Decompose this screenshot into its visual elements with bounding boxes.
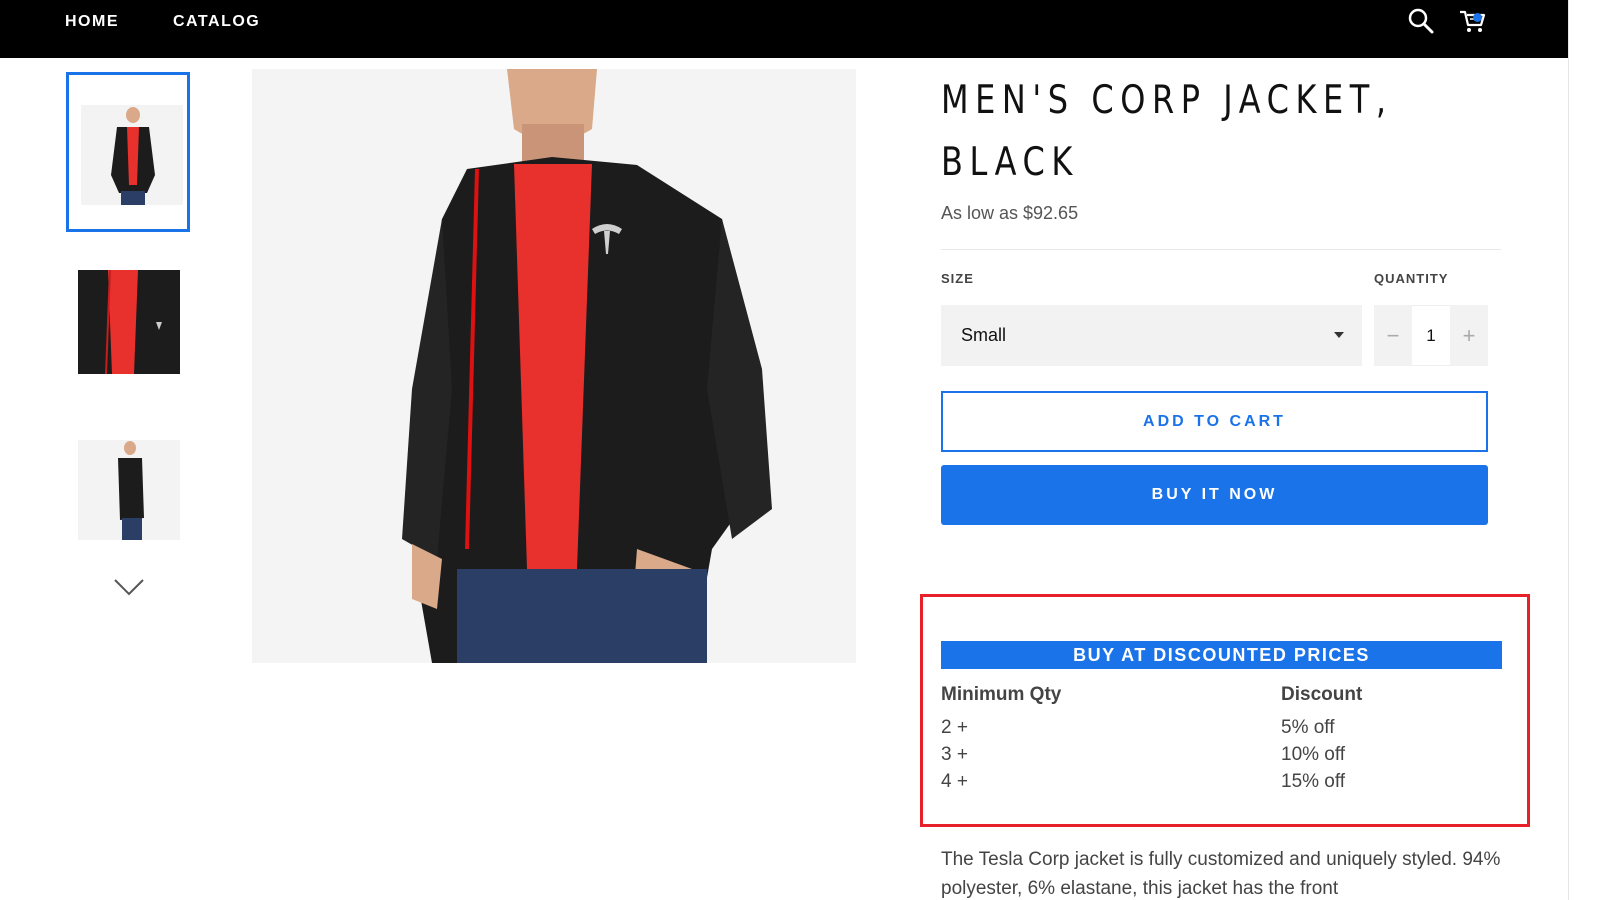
discount-row-value: 10% off: [1281, 744, 1346, 765]
main-product-image: [252, 69, 856, 663]
caret-down-icon: [1334, 332, 1344, 338]
cart-icon[interactable]: [1458, 6, 1488, 36]
size-select[interactable]: Small: [941, 305, 1362, 366]
size-label: SIZE: [941, 271, 974, 286]
discount-row-value: 15% off: [1281, 771, 1346, 792]
quantity-decrease-button[interactable]: −: [1374, 305, 1412, 366]
discount-value-list: 5% off 10% off 15% off: [1281, 714, 1345, 795]
top-nav-bar: HOME CATALOG: [0, 0, 1568, 58]
product-title: MEN'S CORP JACKET, BLACK: [941, 78, 1393, 185]
quantity-stepper: − 1 +: [1374, 305, 1488, 366]
discount-col-qty-header: Minimum Qty: [941, 684, 1062, 705]
thumbnail-1[interactable]: [66, 72, 190, 232]
discount-qty-list: 2 + 3 + 4 +: [941, 714, 968, 795]
quantity-label: QUANTITY: [1374, 271, 1449, 286]
nav-home-link[interactable]: HOME: [65, 13, 119, 31]
quantity-increase-button[interactable]: +: [1450, 305, 1488, 366]
discount-row-value: 5% off: [1281, 717, 1335, 738]
size-select-value: Small: [961, 325, 1007, 345]
discount-row-qty: 4 +: [941, 771, 968, 792]
product-price: As low as $92.65: [941, 203, 1079, 223]
product-description: The Tesla Corp jacket is fully customize…: [941, 849, 1501, 899]
thumbnail-3[interactable]: [66, 428, 190, 588]
chevron-down-icon[interactable]: [112, 576, 146, 598]
scrollbar[interactable]: [1568, 0, 1600, 900]
thumbnail-image-side: [78, 440, 180, 540]
add-to-cart-button[interactable]: ADD TO CART: [941, 391, 1488, 452]
thumbnail-image-detail: [78, 270, 180, 374]
discount-col-discount-header: Discount: [1281, 684, 1363, 705]
thumbnail-image-front: [81, 105, 183, 205]
divider: [941, 249, 1501, 250]
quantity-input[interactable]: 1: [1412, 305, 1450, 366]
buy-it-now-button[interactable]: BUY IT NOW: [941, 465, 1488, 525]
discount-row-qty: 2 +: [941, 717, 968, 738]
discount-heading: BUY AT DISCOUNTED PRICES: [941, 641, 1502, 669]
discount-row-qty: 3 +: [941, 744, 968, 765]
search-icon[interactable]: [1406, 6, 1436, 36]
nav-catalog-link[interactable]: CATALOG: [173, 13, 260, 31]
thumbnail-2[interactable]: [66, 258, 190, 418]
discount-highlight-box: [920, 594, 1530, 827]
cart-count-badge: [1473, 13, 1482, 22]
